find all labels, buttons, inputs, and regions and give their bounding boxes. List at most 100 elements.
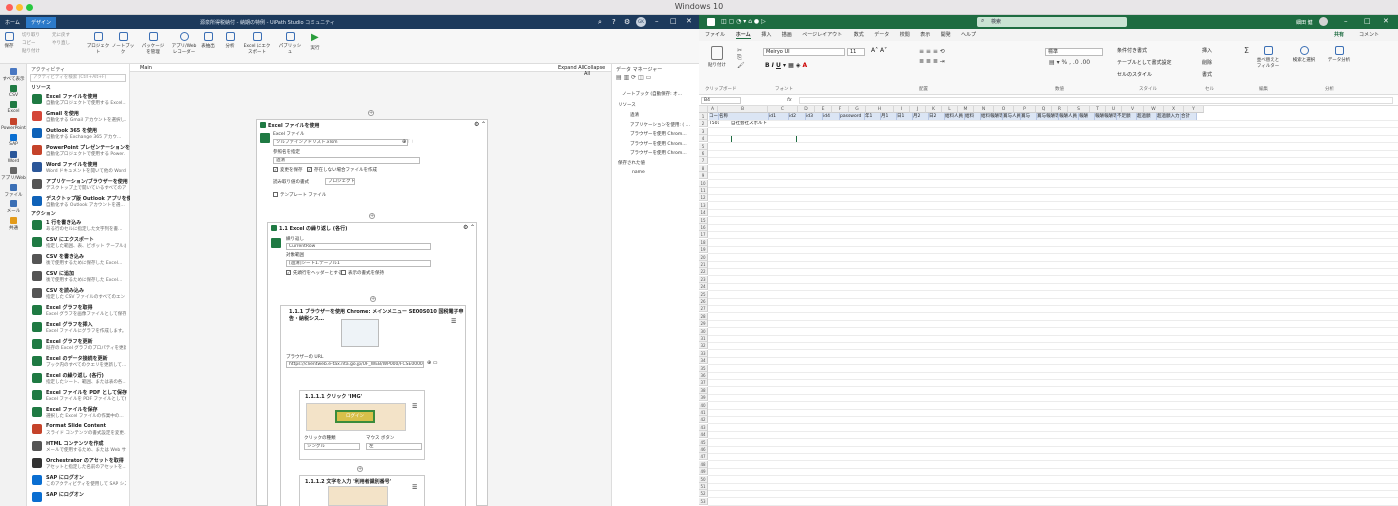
cell-style-button[interactable]: セルのスタイル bbox=[1117, 71, 1152, 78]
url-plus-icon[interactable]: ⊕ ▭ bbox=[427, 360, 438, 366]
minimize-icon[interactable]: – bbox=[1344, 17, 1348, 25]
row-header[interactable]: 24 bbox=[699, 283, 708, 291]
ribbon-tab[interactable]: 開発 bbox=[941, 31, 951, 38]
activity-item[interactable]: アプリケーション/ブラウザーを使用 デスクトップ上で開いているすべてのア… bbox=[32, 177, 128, 193]
column-header[interactable]: N bbox=[974, 106, 994, 113]
redo-button[interactable]: やり直し bbox=[52, 40, 70, 46]
activity-item[interactable]: Excel ファイルを使用 自動化プロジェクトで使用する Excel… bbox=[32, 92, 126, 108]
undo-button[interactable]: 元に戻す bbox=[52, 32, 70, 38]
row-header[interactable]: 53 bbox=[699, 497, 708, 505]
publish-button[interactable]: パブリッシュ bbox=[278, 32, 302, 55]
saved-value-name[interactable]: name bbox=[632, 170, 645, 175]
column-header[interactable]: R bbox=[1052, 106, 1068, 113]
sidebar-item[interactable]: ファイル bbox=[0, 183, 27, 198]
row-header[interactable]: 6 bbox=[699, 150, 708, 157]
row-header[interactable]: 50 bbox=[699, 475, 708, 483]
row-header[interactable]: 3 bbox=[699, 127, 708, 135]
resource-item[interactable]: ブラウザーを使用 Chrom… bbox=[630, 141, 687, 147]
row-header[interactable]: 25 bbox=[699, 290, 708, 298]
analyze-button[interactable]: 分析 bbox=[222, 32, 238, 49]
save-changes-checkbox[interactable]: ✓ bbox=[273, 167, 278, 172]
click-type-select[interactable]: シングル bbox=[304, 443, 360, 450]
tab-design[interactable]: デザイン bbox=[26, 17, 57, 28]
column-header[interactable]: Q bbox=[1036, 106, 1052, 113]
activity-item[interactable]: SAP にログオン このアクティビティを使用して SAP シス… bbox=[32, 473, 126, 489]
quick-access-icons[interactable]: ◫ ▢ ◔ ▾ ⌂ ● ▷ bbox=[721, 18, 766, 25]
saved-values-node[interactable]: 保存された値 bbox=[618, 160, 645, 166]
run-button[interactable]: ▶ 実行 bbox=[306, 32, 324, 51]
column-header[interactable]: Y bbox=[1184, 106, 1204, 113]
folder-icon[interactable]: ⊕ 🗀 bbox=[402, 139, 413, 147]
menu-icon[interactable]: ☰ bbox=[451, 318, 456, 325]
excel-file-field[interactable]: ソルファインアドリスト.xlsm bbox=[273, 139, 408, 146]
activity-item[interactable]: PowerPoint プレゼンテーションを使用 自動化プロジェクトで使用する Po… bbox=[32, 143, 140, 159]
row-header[interactable]: 29 bbox=[699, 320, 708, 328]
header-cell[interactable]: id3 bbox=[806, 113, 823, 120]
column-header[interactable]: I bbox=[894, 106, 910, 113]
row-header[interactable]: 32 bbox=[699, 342, 708, 350]
font-name-select[interactable]: Meiryo UI bbox=[763, 48, 845, 56]
table-extract-button[interactable]: 表抽出 bbox=[198, 32, 218, 49]
row-header[interactable]: 39 bbox=[699, 394, 708, 402]
add-activity-plus-4[interactable]: + bbox=[357, 466, 363, 472]
alignment-icons[interactable]: ≡ ≡ ≡ ⟲ ≣ ≣ ≣ ⇥ bbox=[919, 47, 945, 67]
use-browser-card[interactable]: 1.1.1 ブラウザーを使用 Chrome: メインメニュー SE00S010 … bbox=[280, 305, 466, 506]
column-header[interactable]: G bbox=[849, 106, 866, 113]
data-cell[interactable]: 自社会社スポルト bbox=[731, 120, 791, 127]
column-header[interactable]: D bbox=[798, 106, 815, 113]
bold-italic-underline[interactable]: B I U ▾ ▦ ◈ A bbox=[765, 62, 807, 69]
row-header[interactable]: 31 bbox=[699, 335, 708, 342]
sidebar-item[interactable]: アプリ/Web bbox=[0, 167, 27, 181]
comment-button[interactable]: コメント bbox=[1359, 31, 1379, 38]
manage-packages-button[interactable]: パッケージを管理 bbox=[141, 32, 165, 55]
row-header[interactable]: 20 bbox=[699, 253, 708, 261]
ribbon-tab[interactable]: 表示 bbox=[920, 31, 930, 38]
row-header[interactable]: 12 bbox=[699, 194, 708, 202]
sidebar-item[interactable]: CSV bbox=[0, 84, 27, 98]
row-header[interactable]: 1 bbox=[699, 113, 708, 120]
collapse-all-link[interactable]: Collapse All bbox=[584, 65, 611, 77]
activity-item[interactable]: CSV を書き込み 後で使用するために保存した Excel… bbox=[32, 252, 126, 268]
row-header[interactable]: 19 bbox=[699, 246, 708, 254]
ribbon-tab[interactable]: ヘルプ bbox=[961, 31, 976, 38]
select-all-corner[interactable] bbox=[699, 106, 708, 113]
worksheet-grid[interactable]: A B C D E F G H I J K L M N O P Q R S T U V W X Y 1 2 3 4 5 6 7 8 9 10 11 12… bbox=[699, 106, 1398, 506]
help-icon[interactable]: ? bbox=[612, 18, 616, 26]
range-field[interactable]: [過清]シート1.テーブル1 bbox=[286, 260, 431, 267]
read-format-select[interactable]: プロジェクトの設定 bbox=[325, 178, 355, 185]
column-header[interactable]: S bbox=[1068, 106, 1090, 113]
activity-item[interactable]: Excel のデータ接続を更新 ブック内のすべてのクエリを更新して… bbox=[32, 354, 126, 370]
column-header[interactable]: L bbox=[942, 106, 958, 113]
row-header[interactable]: 36 bbox=[699, 372, 708, 379]
header-cell[interactable]: 超過額 bbox=[1137, 113, 1157, 120]
activity-item[interactable]: 1 行を書き込み ある行のセルに指定した文字列を書… bbox=[32, 218, 126, 234]
sidebar-item[interactable]: メール bbox=[0, 200, 27, 214]
group-actions[interactable]: アクション bbox=[31, 210, 56, 217]
close-icon[interactable]: ✕ bbox=[686, 17, 692, 25]
row-header[interactable]: 51 bbox=[699, 483, 708, 490]
header-cell[interactable]: id4 bbox=[823, 113, 840, 120]
type-into-card[interactable]: 1.1.1.2 文字を入力 '利用者識別番号' ☰ bbox=[299, 475, 425, 506]
mouse-button-select[interactable]: 左 bbox=[366, 443, 422, 450]
chevron-up-icon[interactable]: ⌃ bbox=[481, 121, 486, 128]
column-header[interactable]: J bbox=[910, 106, 926, 113]
header-cell[interactable]: 給料報酬等 bbox=[981, 113, 1003, 120]
gear-icon[interactable]: ⚙ bbox=[463, 224, 468, 231]
resource-item[interactable]: 過清 bbox=[630, 112, 639, 118]
row-header[interactable]: 48 bbox=[699, 460, 708, 468]
row-header[interactable]: 10 bbox=[699, 179, 708, 187]
maximize-icon[interactable]: □ bbox=[670, 17, 677, 25]
share-button[interactable]: 共有 bbox=[1334, 31, 1344, 38]
chevron-up-icon[interactable]: ⌃ bbox=[470, 224, 475, 231]
activity-item[interactable]: Gmail を使用 自動化する Gmail アカウントを選択し… bbox=[32, 109, 126, 125]
sidebar-item[interactable]: Excel bbox=[0, 101, 27, 114]
format-cells-button[interactable]: 書式 bbox=[1202, 71, 1212, 78]
user-avatar[interactable] bbox=[1319, 17, 1328, 26]
header-cell[interactable]: password bbox=[840, 113, 865, 120]
row-header[interactable]: 16 bbox=[699, 224, 708, 231]
header-cell[interactable]: 月2 bbox=[913, 113, 929, 120]
add-activity-plus-2[interactable]: + bbox=[369, 213, 375, 219]
header-cell[interactable]: コード bbox=[709, 113, 719, 120]
delete-cells-button[interactable]: 削除 bbox=[1202, 59, 1212, 66]
row-header[interactable]: 33 bbox=[699, 349, 708, 357]
